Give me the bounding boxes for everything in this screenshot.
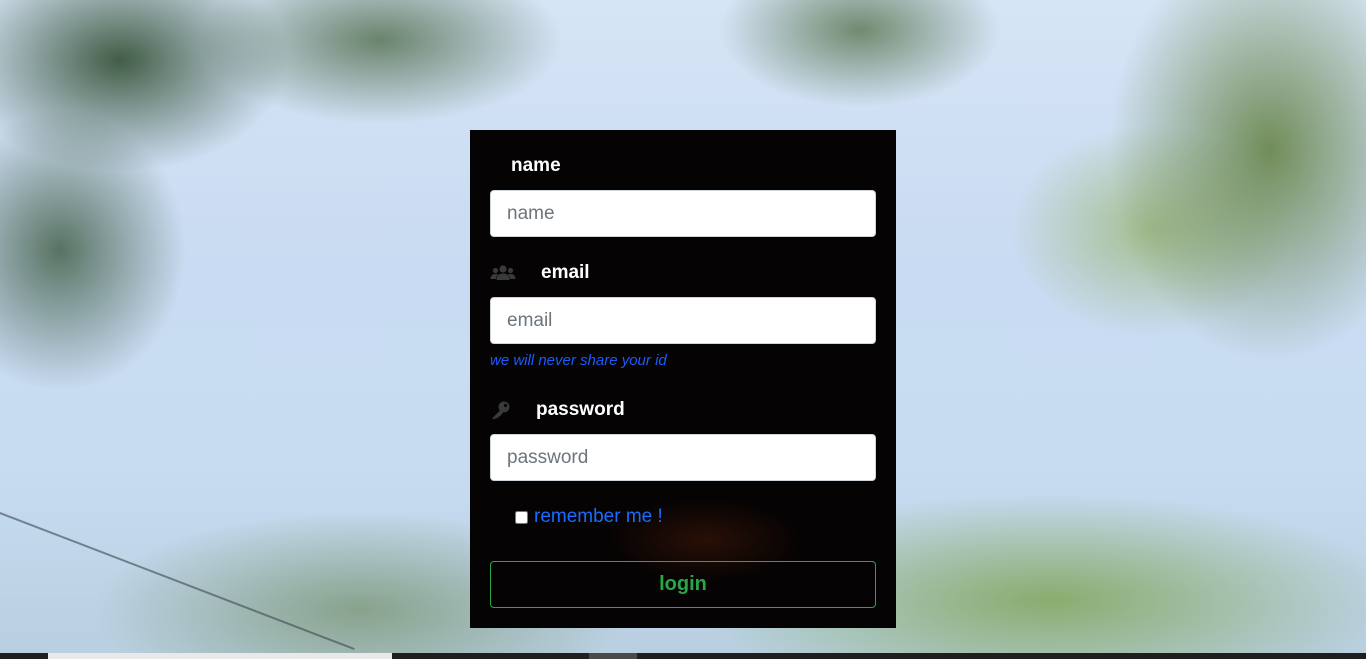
- email-input[interactable]: [490, 297, 876, 344]
- login-form: name email we will never share your id p…: [470, 130, 896, 628]
- name-label-row: name: [490, 154, 561, 178]
- password-label: password: [536, 399, 625, 420]
- remember-me-row[interactable]: remember me !: [515, 506, 663, 528]
- password-label-row: password: [490, 398, 625, 422]
- taskbar-segment: [589, 653, 637, 659]
- email-label: email: [541, 262, 590, 283]
- name-input[interactable]: [490, 190, 876, 237]
- password-input[interactable]: [490, 434, 876, 481]
- email-help-text: we will never share your id: [490, 352, 667, 369]
- remember-me-checkbox[interactable]: [515, 510, 528, 524]
- login-button[interactable]: login: [490, 561, 876, 608]
- taskbar-segment: [48, 653, 392, 659]
- users-icon: [490, 263, 516, 283]
- name-label: name: [511, 155, 561, 176]
- remember-me-label[interactable]: remember me !: [534, 506, 663, 528]
- key-icon: [490, 400, 516, 420]
- taskbar: [0, 653, 1366, 659]
- email-label-row: email: [490, 261, 590, 285]
